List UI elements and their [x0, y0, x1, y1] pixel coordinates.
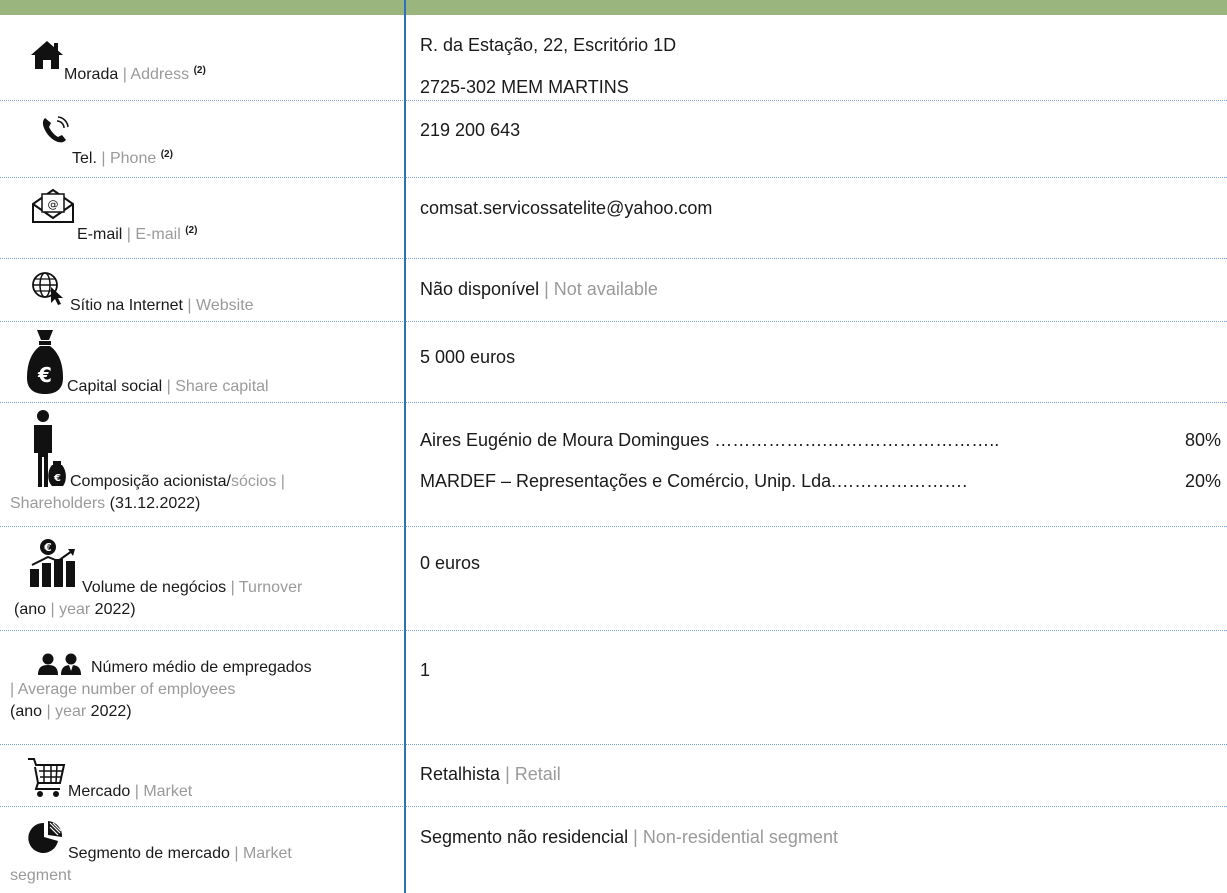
shareholder-2-leader: …………………. — [836, 471, 968, 491]
address-row: Morada | Address (2) R. da Estação, 22, … — [0, 15, 1227, 101]
bar-chart-euro-icon: € — [28, 537, 78, 589]
employees-row: Número médio de empregados | Average num… — [0, 631, 1227, 745]
turnover-value: 0 euros — [420, 553, 481, 573]
shareholder-item-2: MARDEF – Representações e Comércio, Unip… — [420, 470, 1221, 492]
column-divider — [404, 0, 406, 893]
capital-value: 5 000 euros — [420, 347, 516, 367]
capital-row: € Capital social | Share capital 5 000 e… — [0, 322, 1227, 403]
header-band — [0, 0, 1227, 15]
shareholders-label-cell: € Composição acionista/sócios | Sharehol… — [0, 403, 404, 526]
envelope-icon: @ — [31, 188, 75, 224]
house-icon — [30, 39, 64, 71]
person-money-bag-icon: € — [30, 409, 66, 489]
employees-value: 1 — [420, 660, 431, 680]
segment-row: Segmento de mercado | Market segment Seg… — [0, 807, 1227, 893]
address-line-1: R. da Estação, 22, Escritório 1D — [420, 35, 677, 55]
phone-icon — [40, 115, 70, 145]
market-label-cell: Mercado | Market — [0, 745, 404, 806]
money-bag-euro-icon: € — [25, 328, 65, 396]
employees-label-line1: Número médio de empregados — [91, 659, 312, 676]
pie-chart-icon — [26, 819, 66, 855]
website-label: Sítio na Internet | Website — [70, 297, 254, 314]
email-row: @ E-mail | E-mail (2) comsat.servicossat… — [0, 178, 1227, 259]
market-label: Mercado | Market — [68, 783, 193, 800]
email-label-cell: @ E-mail | E-mail (2) — [0, 178, 404, 258]
turnover-row: € Volume de negócios | Turnover (ano | y… — [0, 527, 1227, 631]
email-label: E-mail | E-mail (2) — [77, 225, 198, 243]
segment-value: Segmento não residencial | Non-residenti… — [420, 827, 838, 847]
segment-label-cell: Segmento de mercado | Market segment — [0, 807, 404, 893]
shareholders-row: € Composição acionista/sócios | Sharehol… — [0, 403, 1227, 527]
svg-text:@: @ — [48, 198, 59, 211]
capital-value-cell: 5 000 euros — [420, 322, 1220, 402]
phone-label-cell: Tel. | Phone (2) — [0, 101, 404, 177]
shareholder-1-name: Aires Eugénio de Moura Domingues — [420, 430, 710, 450]
shareholders-label-line2: Shareholders (31.12.2022) — [10, 495, 201, 512]
shareholder-item-1: Aires Eugénio de Moura Domingues ……………….… — [420, 429, 1221, 451]
employees-label-line3: (ano | year 2022) — [10, 703, 132, 720]
phone-value: 219 200 643 — [420, 120, 521, 140]
phone-row: Tel. | Phone (2) 219 200 643 — [0, 101, 1227, 178]
globe-cursor-icon — [31, 271, 67, 305]
shareholders-value-cell: Aires Eugénio de Moura Domingues ……………….… — [420, 403, 1221, 526]
segment-value-cell: Segmento não residencial | Non-residenti… — [420, 807, 1220, 893]
two-people-icon — [38, 653, 82, 675]
website-row: Sítio na Internet | Website Não disponív… — [0, 259, 1227, 322]
website-value: Não disponível | Not available — [420, 279, 658, 299]
email-value-cell: comsat.servicossatelite@yahoo.com — [420, 178, 1220, 258]
shareholders-label-line1: Composição acionista/sócios | — [70, 473, 285, 490]
shareholder-2-name: MARDEF – Representações e Comércio, Unip… — [420, 471, 837, 491]
svg-text:€: € — [43, 541, 52, 554]
capital-label-cell: € Capital social | Share capital — [0, 322, 404, 402]
shareholder-1-leader: ……………….……………………….. — [714, 430, 1000, 450]
employees-label-line2: | Average number of employees — [10, 681, 236, 698]
turnover-label-line2: (ano | year 2022) — [14, 601, 136, 618]
email-value[interactable]: comsat.servicossatelite@yahoo.com — [420, 197, 712, 219]
market-row: Mercado | Market Retalhista | Retail — [0, 745, 1227, 807]
employees-label-cell: Número médio de empregados | Average num… — [0, 631, 404, 744]
employees-value-cell: 1 — [420, 631, 1220, 744]
turnover-label-cell: € Volume de negócios | Turnover (ano | y… — [0, 527, 404, 630]
address-label-cell: Morada | Address (2) — [0, 15, 404, 100]
market-value-cell: Retalhista | Retail — [420, 745, 1220, 806]
svg-text:€: € — [37, 363, 52, 387]
svg-text:€: € — [53, 473, 61, 484]
turnover-value-cell: 0 euros — [420, 527, 1220, 630]
shareholder-2-percent: 20% — [1184, 471, 1221, 491]
shopping-cart-icon — [26, 755, 66, 799]
phone-label: Tel. | Phone (2) — [72, 149, 173, 167]
shareholder-1-percent: 80% — [1184, 430, 1221, 450]
website-value-cell: Não disponível | Not available — [420, 259, 1220, 321]
turnover-label-line1: Volume de negócios | Turnover — [82, 579, 303, 596]
address-label: Morada | Address (2) — [64, 65, 206, 83]
phone-value-cell: 219 200 643 — [420, 101, 1220, 177]
segment-label-line1: Segmento de mercado | Market — [68, 845, 292, 862]
address-value-cell: R. da Estação, 22, Escritório 1D 2725-30… — [420, 15, 1220, 100]
address-line-2: 2725-302 MEM MARTINS — [420, 77, 629, 97]
capital-label: Capital social | Share capital — [67, 378, 269, 395]
segment-label-line2: segment — [10, 867, 72, 884]
website-label-cell: Sítio na Internet | Website — [0, 259, 404, 321]
market-value: Retalhista | Retail — [420, 764, 561, 784]
